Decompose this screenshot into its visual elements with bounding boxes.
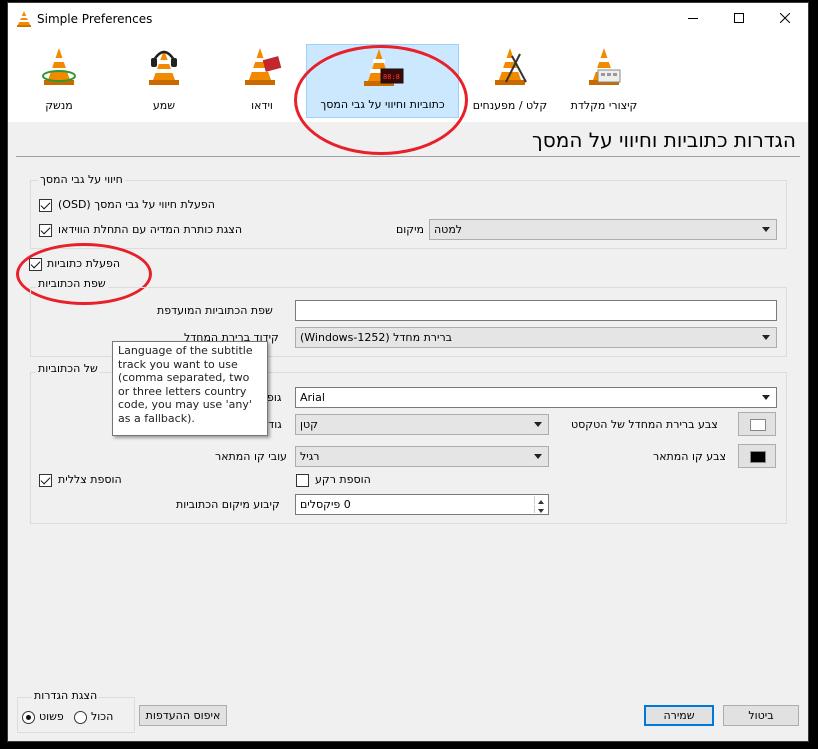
outline-thickness-label: עובי קו המתאר: [215, 450, 287, 463]
reset-preferences-button[interactable]: איפוס ההעדפות: [139, 705, 227, 726]
all-radio-label: הכול: [91, 710, 114, 723]
audio-icon: [124, 44, 204, 88]
keyboard-shortcuts-icon: [560, 44, 648, 88]
input-codecs-icon: [466, 44, 554, 88]
enable-osd-label: הפעלת חיווי על גבי המסך (OSD): [58, 198, 215, 211]
encoding-value: ברירת מחדל (Windows-1252): [300, 331, 453, 344]
size-value: קטן: [300, 418, 318, 431]
size-select[interactable]: קטן: [295, 414, 549, 435]
text-color-button[interactable]: [738, 412, 776, 436]
chevron-down-icon: [534, 422, 542, 427]
text-color-swatch: [750, 419, 766, 431]
page-title: הגדרות כתוביות וחיווי על המסך: [532, 128, 796, 152]
tab-video[interactable]: וידאו: [222, 44, 302, 118]
tab-label: מנשק: [45, 99, 73, 112]
outline-color-label: צבע קו המתאר: [653, 450, 727, 463]
annotation-circle-tab: [294, 45, 468, 155]
encoding-select[interactable]: ברירת מחדל (Windows-1252): [295, 327, 777, 348]
spin-down-icon[interactable]: [534, 505, 547, 513]
vlc-cone-icon: [17, 11, 31, 30]
osd-group-label: חיווי על גבי המסך: [38, 173, 125, 186]
tab-audio[interactable]: שמע: [124, 44, 204, 118]
subtitle-language-group-label: שפת הכתוביות: [36, 277, 108, 290]
tab-keyboard-shortcuts[interactable]: קיצורי מקלדת: [560, 44, 648, 118]
outline-thickness-value: רגיל: [300, 450, 320, 463]
window-title: Simple Preferences: [37, 12, 153, 26]
title-bar: Simple Preferences: [8, 3, 808, 36]
preferred-language-label: שפת הכתוביות המועדפת: [157, 304, 273, 317]
osd-position-label: מיקום: [396, 223, 425, 236]
tab-input-codecs[interactable]: קלט / מפענחים: [466, 44, 554, 118]
preferences-window: Simple Preferences קיצורי מקלדת קלט / מפ…: [8, 3, 808, 741]
tab-label: קיצורי מקלדת: [570, 99, 638, 112]
tab-label: קלט / מפענחים: [472, 99, 548, 112]
outline-thickness-select[interactable]: רגיל: [295, 446, 549, 467]
video-icon: [222, 44, 302, 88]
subtitle-effects-group-label: של הכתוביות: [36, 362, 100, 375]
chevron-down-icon: [762, 335, 770, 340]
font-select[interactable]: Arial: [295, 387, 777, 408]
all-radio[interactable]: [74, 711, 87, 724]
close-icon: [779, 12, 791, 26]
maximize-button[interactable]: [716, 3, 762, 36]
minimize-icon: [688, 13, 698, 26]
osd-position-value: למטה: [434, 223, 463, 236]
subtitle-position-label: קיבוע מיקום הכתוביות: [176, 498, 280, 511]
chevron-down-icon: [762, 227, 770, 232]
show-settings-label: הצגת הגדרות: [32, 689, 100, 702]
outline-color-button[interactable]: [738, 444, 776, 468]
spin-up-icon[interactable]: [534, 496, 547, 504]
preferred-language-input[interactable]: [295, 300, 777, 321]
enable-osd-checkbox[interactable]: [39, 199, 52, 212]
interface-icon: [22, 44, 96, 88]
outline-color-swatch: [750, 451, 766, 463]
font-value: Arial: [300, 391, 325, 404]
chevron-down-icon: [762, 395, 770, 400]
add-background-checkbox[interactable]: [296, 474, 309, 487]
subtitle-position-value: 0 פיקסלים: [300, 498, 351, 511]
osd-position-select[interactable]: למטה: [429, 219, 777, 240]
cancel-button[interactable]: ביטול: [723, 705, 799, 726]
show-title-label: הצגת כותרת המדיה עם התחלת הווידאו: [58, 223, 243, 236]
tab-interface[interactable]: מנשק: [22, 44, 96, 118]
show-title-checkbox[interactable]: [39, 224, 52, 237]
add-background-label: הוספת רקע: [315, 473, 371, 486]
maximize-icon: [734, 13, 744, 26]
chevron-down-icon: [534, 454, 542, 459]
heading-divider: [16, 156, 800, 157]
save-button[interactable]: שמירה: [644, 705, 714, 726]
minimize-button[interactable]: [670, 3, 716, 36]
add-shadow-label: הוספת צללית: [58, 473, 122, 486]
tab-label: שמע: [152, 99, 176, 112]
subtitle-position-spinbox[interactable]: 0 פיקסלים: [295, 494, 549, 515]
simple-radio-label: פשוט: [39, 710, 64, 723]
tab-label: וידאו: [251, 99, 273, 112]
text-color-label: צבע ברירת המחדל של הטקסט: [571, 418, 718, 431]
close-button[interactable]: [762, 3, 808, 36]
add-shadow-checkbox[interactable]: [39, 474, 52, 487]
language-tooltip: Language of the subtitle track you want …: [112, 341, 268, 436]
simple-radio[interactable]: [22, 711, 35, 724]
